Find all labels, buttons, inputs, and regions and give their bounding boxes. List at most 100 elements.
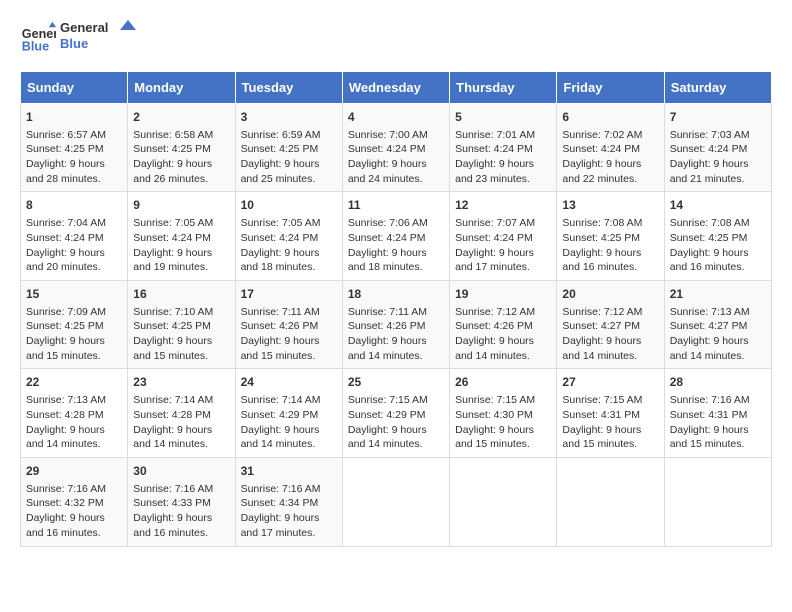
sunrise-label: Sunrise: 7:10 AM [133, 306, 213, 318]
sunset-label: Sunset: 4:25 PM [26, 143, 104, 155]
daylight-label: Daylight: 9 hours and 14 minutes. [455, 335, 534, 362]
sunset-label: Sunset: 4:29 PM [241, 409, 319, 421]
sunset-label: Sunset: 4:29 PM [348, 409, 426, 421]
sunrise-label: Sunrise: 7:08 AM [670, 217, 750, 229]
sunset-label: Sunset: 4:31 PM [562, 409, 640, 421]
sunrise-label: Sunrise: 7:13 AM [670, 306, 750, 318]
calendar-week-row: 29Sunrise: 7:16 AMSunset: 4:32 PMDayligh… [21, 457, 772, 546]
sunrise-label: Sunrise: 7:08 AM [562, 217, 642, 229]
calendar-cell: 28Sunrise: 7:16 AMSunset: 4:31 PMDayligh… [664, 369, 771, 458]
day-number: 22 [26, 374, 122, 391]
calendar-week-row: 1Sunrise: 6:57 AMSunset: 4:25 PMDaylight… [21, 103, 772, 192]
sunrise-label: Sunrise: 7:13 AM [26, 394, 106, 406]
day-number: 2 [133, 109, 229, 126]
calendar-cell: 19Sunrise: 7:12 AMSunset: 4:26 PMDayligh… [450, 280, 557, 369]
sunrise-label: Sunrise: 7:14 AM [241, 394, 321, 406]
logo: General Blue General Blue [20, 16, 140, 61]
day-number: 13 [562, 197, 658, 214]
calendar-table: SundayMondayTuesdayWednesdayThursdayFrid… [20, 71, 772, 547]
day-number: 15 [26, 286, 122, 303]
sunset-label: Sunset: 4:26 PM [241, 320, 319, 332]
sunset-label: Sunset: 4:34 PM [241, 497, 319, 509]
calendar-cell: 5Sunrise: 7:01 AMSunset: 4:24 PMDaylight… [450, 103, 557, 192]
calendar-week-row: 22Sunrise: 7:13 AMSunset: 4:28 PMDayligh… [21, 369, 772, 458]
calendar-cell [664, 457, 771, 546]
sunset-label: Sunset: 4:25 PM [670, 232, 748, 244]
sunrise-label: Sunrise: 7:09 AM [26, 306, 106, 318]
calendar-cell: 13Sunrise: 7:08 AMSunset: 4:25 PMDayligh… [557, 192, 664, 281]
calendar-cell [342, 457, 449, 546]
calendar-cell: 9Sunrise: 7:05 AMSunset: 4:24 PMDaylight… [128, 192, 235, 281]
daylight-label: Daylight: 9 hours and 23 minutes. [455, 158, 534, 185]
calendar-cell: 14Sunrise: 7:08 AMSunset: 4:25 PMDayligh… [664, 192, 771, 281]
sunrise-label: Sunrise: 7:15 AM [348, 394, 428, 406]
day-number: 10 [241, 197, 337, 214]
sunset-label: Sunset: 4:24 PM [241, 232, 319, 244]
daylight-label: Daylight: 9 hours and 16 minutes. [26, 512, 105, 539]
day-number: 17 [241, 286, 337, 303]
sunrise-label: Sunrise: 7:03 AM [670, 129, 750, 141]
sunrise-label: Sunrise: 7:05 AM [241, 217, 321, 229]
calendar-cell: 3Sunrise: 6:59 AMSunset: 4:25 PMDaylight… [235, 103, 342, 192]
sunset-label: Sunset: 4:25 PM [133, 143, 211, 155]
sunrise-label: Sunrise: 7:16 AM [670, 394, 750, 406]
sunset-label: Sunset: 4:25 PM [26, 320, 104, 332]
sunset-label: Sunset: 4:24 PM [348, 143, 426, 155]
day-number: 6 [562, 109, 658, 126]
sunrise-label: Sunrise: 6:58 AM [133, 129, 213, 141]
daylight-label: Daylight: 9 hours and 26 minutes. [133, 158, 212, 185]
sunrise-label: Sunrise: 7:12 AM [455, 306, 535, 318]
daylight-label: Daylight: 9 hours and 15 minutes. [241, 335, 320, 362]
daylight-label: Daylight: 9 hours and 14 minutes. [348, 424, 427, 451]
calendar-cell: 20Sunrise: 7:12 AMSunset: 4:27 PMDayligh… [557, 280, 664, 369]
day-number: 20 [562, 286, 658, 303]
day-number: 31 [241, 463, 337, 480]
daylight-label: Daylight: 9 hours and 15 minutes. [670, 424, 749, 451]
day-number: 1 [26, 109, 122, 126]
sunrise-label: Sunrise: 7:04 AM [26, 217, 106, 229]
calendar-cell: 15Sunrise: 7:09 AMSunset: 4:25 PMDayligh… [21, 280, 128, 369]
logo-icon: General Blue [20, 20, 56, 56]
calendar-cell: 10 Sunrise: 7:05 AM Sunset: 4:24 PM Dayligh… [235, 192, 342, 281]
calendar-cell: 30Sunrise: 7:16 AMSunset: 4:33 PMDayligh… [128, 457, 235, 546]
calendar-cell: 29Sunrise: 7:16 AMSunset: 4:32 PMDayligh… [21, 457, 128, 546]
svg-text:Blue: Blue [60, 36, 88, 51]
daylight-label: Daylight: 9 hours and 14 minutes. [670, 335, 749, 362]
calendar-cell [450, 457, 557, 546]
column-header-sunday: Sunday [21, 71, 128, 103]
day-number: 25 [348, 374, 444, 391]
sunrise-label: Sunrise: 7:11 AM [348, 306, 427, 318]
calendar-week-row: 15 Sunrise: 7:09 AM Sunset: 4:25 PM Dayligh… [21, 280, 772, 369]
day-number: 7 [670, 109, 766, 126]
daylight-label: Daylight: 9 hours and 18 minutes. [241, 247, 320, 274]
daylight-label: Daylight: 9 hours and 17 minutes. [241, 512, 320, 539]
sunset-label: Sunset: 4:24 PM [348, 232, 426, 244]
calendar-cell [557, 457, 664, 546]
calendar-cell: 25 Sunrise: 7:15 AM Sunset: 4:29 PM Dayligh… [342, 369, 449, 458]
svg-text:General: General [60, 20, 108, 35]
daylight-label: Daylight: 9 hours and 14 minutes. [348, 335, 427, 362]
sunrise-label: Sunrise: 7:06 AM [348, 217, 428, 229]
calendar-cell: 23Sunrise: 7:14 AMSunset: 4:28 PMDayligh… [128, 369, 235, 458]
sunset-label: Sunset: 4:24 PM [26, 232, 104, 244]
calendar-cell: 31Sunrise: 7:16 AMSunset: 4:34 PMDayligh… [235, 457, 342, 546]
sunrise-label: Sunrise: 7:00 AM [348, 129, 428, 141]
day-number: 8 [26, 197, 122, 214]
day-number: 11 [348, 197, 444, 214]
sunrise-label: Sunrise: 7:12 AM [562, 306, 642, 318]
column-header-saturday: Saturday [664, 71, 771, 103]
daylight-label: Daylight: 9 hours and 24 minutes. [348, 158, 427, 185]
daylight-label: Daylight: 9 hours and 14 minutes. [133, 424, 212, 451]
daylight-label: Daylight: 9 hours and 15 minutes. [455, 424, 534, 451]
daylight-label: Daylight: 9 hours and 22 minutes. [562, 158, 641, 185]
sunrise-label: Sunrise: 7:05 AM [133, 217, 213, 229]
day-number: 28 [670, 374, 766, 391]
calendar-cell: 11Sunrise: 7:06 AMSunset: 4:24 PMDayligh… [342, 192, 449, 281]
sunrise-label: Sunrise: 7:16 AM [26, 483, 106, 495]
column-header-wednesday: Wednesday [342, 71, 449, 103]
sunrise-label: Sunrise: 7:07 AM [455, 217, 535, 229]
sunrise-label: Sunrise: 7:11 AM [241, 306, 320, 318]
sunset-label: Sunset: 4:33 PM [133, 497, 211, 509]
sunset-label: Sunset: 4:30 PM [455, 409, 533, 421]
daylight-label: Daylight: 9 hours and 20 minutes. [26, 247, 105, 274]
